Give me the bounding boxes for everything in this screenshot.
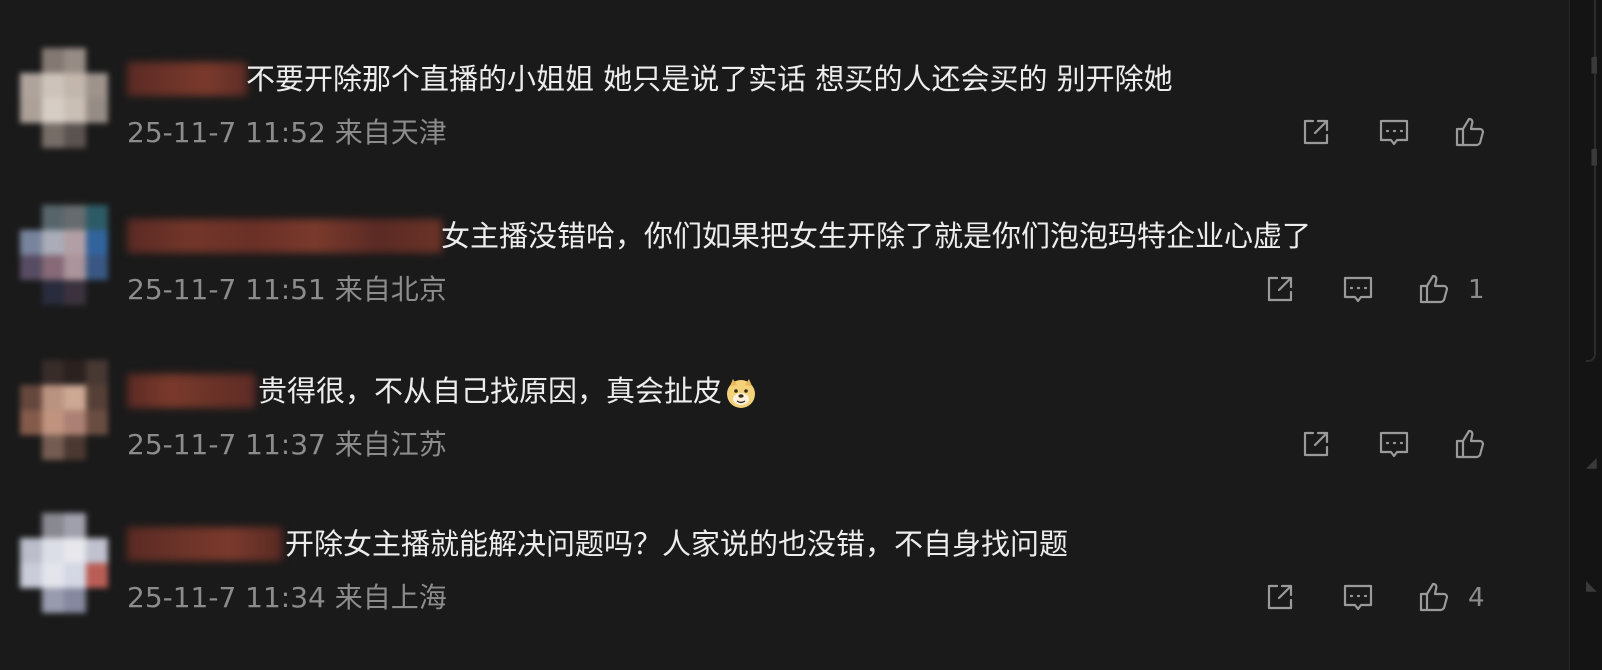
comment-meta: 25-11-7 11:51 来自北京 bbox=[127, 273, 447, 306]
comment-text: 开除女主播就能解决问题吗？人家说的也没错，不自身找问题 bbox=[285, 527, 1069, 561]
share-icon bbox=[1267, 584, 1293, 610]
like-count: 4 bbox=[1468, 583, 1485, 613]
comment-item: 开除女主播就能解决问题吗？人家说的也没错，不自身找问题 25-11-7 11:3… bbox=[0, 513, 1570, 663]
share-button[interactable] bbox=[1296, 112, 1336, 152]
thumbs-up-icon bbox=[1419, 582, 1449, 612]
comment-icon bbox=[1379, 119, 1409, 146]
scroll-edge-mark: ▐ bbox=[1586, 58, 1597, 74]
scroll-thumb[interactable] bbox=[1586, 0, 1596, 362]
scrollbar[interactable]: ▐ ▐ ◢ ◣ bbox=[1569, 0, 1602, 670]
avatar[interactable] bbox=[20, 48, 108, 148]
share-button[interactable] bbox=[1260, 269, 1300, 309]
comment-meta: 25-11-7 11:34 来自上海 bbox=[127, 581, 447, 614]
comment-item: 贵得很，不从自己找原因，真会扯皮 25-11-7 11:37 来自江苏 bbox=[0, 360, 1570, 510]
share-icon bbox=[1267, 276, 1293, 302]
like-count: 1 bbox=[1468, 275, 1485, 305]
doge-emoji bbox=[727, 379, 756, 408]
comment-text: 贵得很，不从自己找原因，真会扯皮 bbox=[258, 372, 758, 410]
username[interactable] bbox=[127, 374, 255, 408]
share-icon bbox=[1303, 119, 1329, 145]
username[interactable] bbox=[127, 62, 247, 96]
username[interactable] bbox=[127, 527, 282, 561]
scroll-edge-mark: ◣ bbox=[1586, 578, 1597, 594]
reply-button[interactable] bbox=[1374, 424, 1414, 464]
avatar[interactable] bbox=[20, 513, 108, 613]
avatar[interactable] bbox=[20, 205, 108, 305]
comment-text: 不要开除那个直播的小姐姐 她只是说了实话 想买的人还会买的 别开除她 bbox=[246, 62, 1173, 96]
comment-meta: 25-11-7 11:37 来自江苏 bbox=[127, 428, 447, 461]
like-button[interactable] bbox=[1450, 112, 1490, 152]
username[interactable] bbox=[127, 219, 442, 253]
comment-item: 女主播没错哈，你们如果把女生开除了就是你们泡泡玛特企业心虚了 25-11-7 1… bbox=[0, 205, 1570, 355]
like-button[interactable] bbox=[1414, 269, 1454, 309]
like-button[interactable] bbox=[1450, 424, 1490, 464]
reply-button[interactable] bbox=[1338, 269, 1378, 309]
avatar[interactable] bbox=[20, 360, 108, 460]
share-button[interactable] bbox=[1260, 577, 1300, 617]
share-button[interactable] bbox=[1296, 424, 1336, 464]
comment-text-body: 贵得很，不从自己找原因，真会扯皮 bbox=[258, 374, 723, 408]
comment-meta: 25-11-7 11:52 来自天津 bbox=[127, 116, 447, 149]
thumbs-up-icon bbox=[1455, 429, 1485, 459]
reply-button[interactable] bbox=[1374, 112, 1414, 152]
scroll-edge-mark: ▐ bbox=[1586, 150, 1597, 166]
comment-text: 女主播没错哈，你们如果把女生开除了就是你们泡泡玛特企业心虚了 bbox=[441, 219, 1312, 253]
scroll-edge-mark: ◢ bbox=[1586, 455, 1597, 471]
comment-icon bbox=[1343, 584, 1373, 611]
thumbs-up-icon bbox=[1419, 274, 1449, 304]
like-button[interactable] bbox=[1414, 577, 1454, 617]
thumbs-up-icon bbox=[1455, 117, 1485, 147]
reply-button[interactable] bbox=[1338, 577, 1378, 617]
comment-feed: 不要开除那个直播的小姐姐 她只是说了实话 想买的人还会买的 别开除她 25-11… bbox=[0, 0, 1570, 670]
comment-icon bbox=[1343, 276, 1373, 303]
comment-icon bbox=[1379, 431, 1409, 458]
comment-item: 不要开除那个直播的小姐姐 她只是说了实话 想买的人还会买的 别开除她 25-11… bbox=[0, 48, 1570, 198]
share-icon bbox=[1303, 431, 1329, 457]
